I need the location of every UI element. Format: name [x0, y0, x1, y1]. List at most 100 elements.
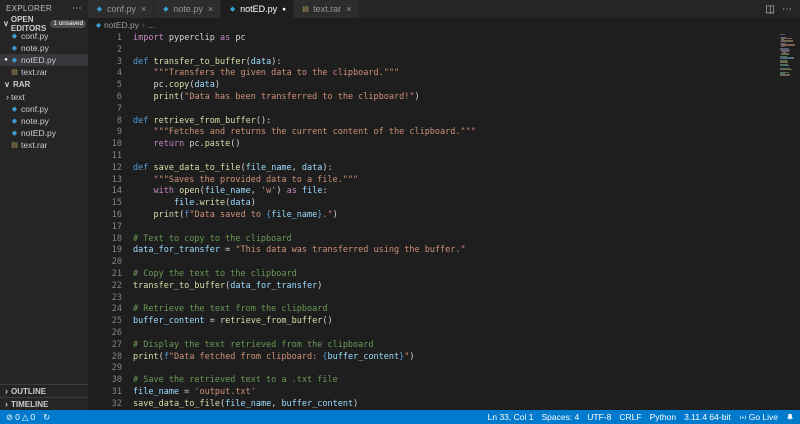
line-content[interactable]: """Saves the provided data to a file.""": [133, 175, 358, 187]
split-editor-icon[interactable]: ◫: [766, 4, 775, 15]
line-content[interactable]: pc.copy(data): [133, 80, 220, 92]
close-icon[interactable]: ×: [346, 4, 351, 14]
line-number[interactable]: 19: [88, 245, 122, 257]
line-number[interactable]: 4: [88, 68, 122, 80]
line-number[interactable]: 15: [88, 198, 122, 210]
sidebar-section-timeline[interactable]: ›TIMELINE: [0, 397, 88, 410]
notifications-bell[interactable]: [782, 410, 798, 424]
dirty-indicator[interactable]: ●: [282, 6, 286, 13]
line-number[interactable]: 32: [88, 399, 122, 410]
file-item[interactable]: ◆note.py: [0, 115, 88, 127]
line-number[interactable]: 21: [88, 269, 122, 281]
explorer-actions-icon[interactable]: ⋯: [72, 3, 82, 14]
folder-item[interactable]: ›text: [0, 91, 88, 103]
tab-note.py[interactable]: ◆note.py×: [154, 0, 221, 18]
line-number[interactable]: 27: [88, 340, 122, 352]
line-number[interactable]: 23: [88, 293, 122, 305]
line-content[interactable]: file_name = 'output.txt': [133, 387, 256, 399]
line-number[interactable]: 12: [88, 163, 122, 175]
open-editor-item[interactable]: ◆note.py: [0, 42, 88, 54]
line-content[interactable]: # Copy the text to the clipboard: [133, 269, 297, 281]
line-content[interactable]: buffer_content = retrieve_from_buffer(): [133, 316, 333, 328]
line-number[interactable]: 24: [88, 304, 122, 316]
tab-conf.py[interactable]: ◆conf.py×: [88, 0, 154, 18]
code-editor[interactable]: 1 import pyperclip as pc 23 def transfer_to…: [88, 31, 800, 410]
python-interpreter[interactable]: 3.11.4 64-bit: [680, 410, 735, 424]
folder-section-header[interactable]: ∨ RAR: [0, 78, 88, 91]
line-content[interactable]: def retrieve_from_buffer():: [133, 116, 271, 128]
open-editor-item[interactable]: ◆conf.py: [0, 30, 88, 42]
bell-icon: [786, 413, 794, 421]
line-number[interactable]: 25: [88, 316, 122, 328]
breadcrumb-more[interactable]: ...: [148, 20, 155, 30]
file-item[interactable]: ◆notED.py: [0, 127, 88, 139]
line-content[interactable]: with open(file_name, 'w') as file:: [133, 186, 328, 198]
more-actions-icon[interactable]: ⋯: [782, 4, 792, 15]
line-content[interactable]: # Text to copy to the clipboard: [133, 234, 292, 246]
tab-label: note.py: [173, 4, 203, 14]
tab-label: notED.py: [240, 4, 277, 14]
line-number[interactable]: 3: [88, 57, 122, 69]
line-content[interactable]: print(f"Data saved to {file_name}."): [133, 210, 338, 222]
line-number[interactable]: 29: [88, 363, 122, 375]
line-content[interactable]: def save_data_to_file(file_name, data):: [133, 163, 333, 175]
line-number[interactable]: 26: [88, 328, 122, 340]
line-number[interactable]: 17: [88, 222, 122, 234]
file-item[interactable]: ◆conf.py: [0, 103, 88, 115]
encoding-status[interactable]: UTF-8: [583, 410, 615, 424]
file-item[interactable]: ▤text.rar: [0, 139, 88, 151]
line-content[interactable]: print(f"Data fetched from clipboard: {bu…: [133, 352, 415, 364]
eol-status[interactable]: CRLF: [615, 410, 645, 424]
line-number[interactable]: 2: [88, 45, 122, 57]
line-number[interactable]: 11: [88, 151, 122, 163]
open-editor-item[interactable]: ▤text.rar: [0, 66, 88, 78]
line-content[interactable]: file.write(data): [133, 198, 256, 210]
line-number[interactable]: 5: [88, 80, 122, 92]
line-content[interactable]: # Save the retrieved text to a .txt file: [133, 375, 338, 387]
line-number[interactable]: 16: [88, 210, 122, 222]
line-content[interactable]: def transfer_to_buffer(data):: [133, 57, 281, 69]
line-content[interactable]: save_data_to_file(file_name, buffer_cont…: [133, 399, 358, 410]
line-content[interactable]: print("Data has been transferred to the …: [133, 92, 420, 104]
line-number[interactable]: 7: [88, 104, 122, 116]
line-content[interactable]: transfer_to_buffer(data_for_transfer): [133, 281, 322, 293]
go-live-button[interactable]: Go Live: [735, 410, 782, 424]
line-number[interactable]: 8: [88, 116, 122, 128]
line-number[interactable]: 9: [88, 127, 122, 139]
minimap[interactable]: [780, 34, 796, 76]
line-number[interactable]: 22: [88, 281, 122, 293]
line-content[interactable]: import pyperclip as pc: [133, 33, 246, 45]
problems-status[interactable]: ⊘ 0 △ 0: [2, 410, 39, 424]
language-mode[interactable]: Python: [646, 410, 680, 424]
line-content[interactable]: return pc.paste(): [133, 139, 241, 151]
breadcrumb-file[interactable]: notED.py: [104, 20, 139, 30]
line-number[interactable]: 13: [88, 175, 122, 187]
line-number[interactable]: 30: [88, 375, 122, 387]
tab-label: conf.py: [107, 4, 136, 14]
line-content[interactable]: # Retrieve the text from the clipboard: [133, 304, 327, 316]
open-editors-header[interactable]: ∨ OPEN EDITORS 1 unsaved: [0, 17, 88, 30]
close-icon[interactable]: ×: [208, 4, 213, 14]
open-editor-item[interactable]: ●◆notED.py: [0, 54, 88, 66]
line-number[interactable]: 31: [88, 387, 122, 399]
line-number[interactable]: 20: [88, 257, 122, 269]
python-icon: ◆: [10, 129, 19, 137]
tab-notED.py[interactable]: ◆notED.py●: [221, 0, 294, 18]
cursor-position[interactable]: Ln 33, Col 1: [484, 410, 538, 424]
line-content[interactable]: """Transfers the given data to the clipb…: [133, 68, 399, 80]
line-number[interactable]: 6: [88, 92, 122, 104]
line-number[interactable]: 28: [88, 352, 122, 364]
close-icon[interactable]: ×: [141, 4, 146, 14]
tab-text.rar[interactable]: ▤text.rar×: [294, 0, 359, 18]
line-number[interactable]: 14: [88, 186, 122, 198]
sync-status[interactable]: ↻: [39, 410, 54, 424]
line-number[interactable]: 18: [88, 234, 122, 246]
line-content[interactable]: """Fetches and returns the current conte…: [133, 127, 476, 139]
line-content[interactable]: data_for_transfer = "This data was trans…: [133, 245, 466, 257]
line-number[interactable]: 10: [88, 139, 122, 151]
sidebar-section-outline[interactable]: ›OUTLINE: [0, 384, 88, 397]
line-content[interactable]: # Display the text retrieved from the cl…: [133, 340, 374, 352]
indentation-status[interactable]: Spaces: 4: [537, 410, 583, 424]
python-icon: ◆: [10, 105, 19, 113]
line-number[interactable]: 1: [88, 33, 122, 45]
